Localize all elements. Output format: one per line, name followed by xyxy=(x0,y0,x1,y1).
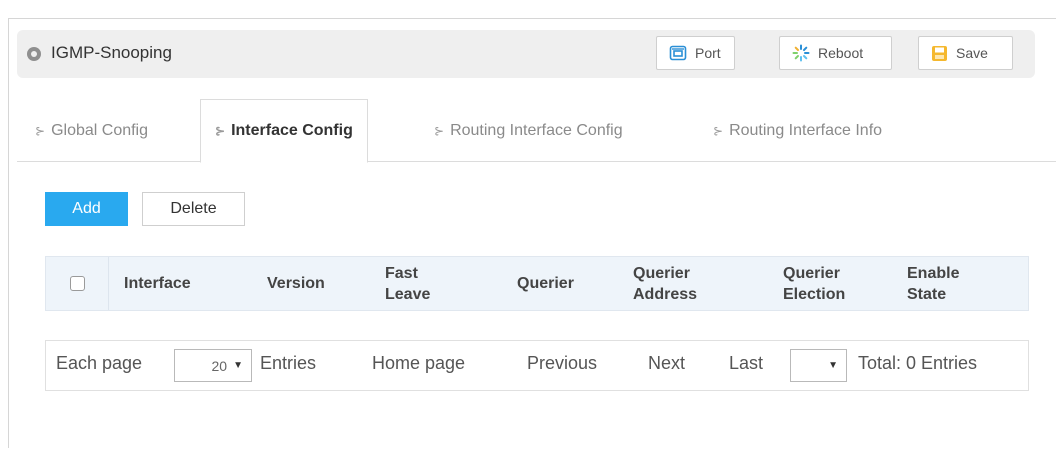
add-button[interactable]: Add xyxy=(45,192,128,226)
chevron-right-icon: ⊱ xyxy=(713,123,724,138)
select-all-cell xyxy=(46,257,109,310)
page-title: IGMP-Snooping xyxy=(51,43,172,62)
entries-label: Entries xyxy=(260,353,317,373)
next-link[interactable]: Next xyxy=(648,353,685,374)
chevron-right-icon: ⊱ xyxy=(35,123,46,138)
tab-interface-config[interactable]: ⊱ Interface Config xyxy=(200,99,368,163)
port-button-label: Port xyxy=(695,45,721,61)
column-version[interactable]: Version xyxy=(267,257,325,310)
location-dot-icon xyxy=(27,47,41,61)
total-entries-label: Total: 0 Entries xyxy=(858,353,978,373)
column-querier-address[interactable]: Querier Address xyxy=(633,257,697,310)
save-button-label: Save xyxy=(956,45,988,61)
select-all-checkbox[interactable] xyxy=(69,276,85,291)
page-size-select[interactable]: 20 ▼ xyxy=(174,349,252,382)
reboot-button-label: Reboot xyxy=(818,45,864,61)
column-enable-state[interactable]: Enable State xyxy=(907,257,959,310)
tab-label: Global Config xyxy=(51,121,149,139)
pagination-bar: Each page 20 ▼ Entries Home page Previou… xyxy=(45,340,1029,391)
save-icon xyxy=(931,45,948,62)
column-interface[interactable]: Interface xyxy=(124,257,191,310)
last-link[interactable]: Last xyxy=(729,353,763,374)
column-fast-leave[interactable]: Fast Leave xyxy=(385,257,430,310)
table-header: Interface Version Fast Leave Querier Quer… xyxy=(45,256,1029,311)
tab-routing-interface-info[interactable]: ⊱ Routing Interface Info xyxy=(713,99,882,162)
save-button[interactable]: Save xyxy=(918,36,1013,70)
page-header: IGMP-Snooping Port Reboot Save xyxy=(17,30,1035,78)
tab-global-config[interactable]: ⊱ Global Config xyxy=(35,99,148,162)
port-icon xyxy=(669,45,687,61)
tab-label: Routing Interface Config xyxy=(450,121,623,139)
each-page-label: Each page xyxy=(56,353,143,373)
tab-routing-interface-config[interactable]: ⊱ Routing Interface Config xyxy=(434,99,623,162)
column-querier-election[interactable]: Querier Election xyxy=(783,257,845,310)
reboot-button[interactable]: Reboot xyxy=(779,36,892,70)
previous-link[interactable]: Previous xyxy=(527,353,597,374)
chevron-right-icon: ⊱ xyxy=(434,123,445,138)
port-button[interactable]: Port xyxy=(656,36,735,70)
page-number-select[interactable]: ▼ xyxy=(790,349,847,382)
delete-button[interactable]: Delete xyxy=(142,192,245,226)
chevron-right-icon: ⊱ xyxy=(215,124,226,138)
chevron-down-icon: ▼ xyxy=(828,360,838,371)
tab-label: Interface Config xyxy=(231,122,353,139)
tab-bar: ⊱ Global Config ⊱ Interface Config ⊱ Rou… xyxy=(17,99,1056,163)
reboot-icon xyxy=(792,44,810,62)
chevron-down-icon: ▼ xyxy=(233,360,243,371)
column-querier[interactable]: Querier xyxy=(517,257,574,310)
home-page-link[interactable]: Home page xyxy=(372,353,465,374)
tab-label: Routing Interface Info xyxy=(729,121,883,139)
